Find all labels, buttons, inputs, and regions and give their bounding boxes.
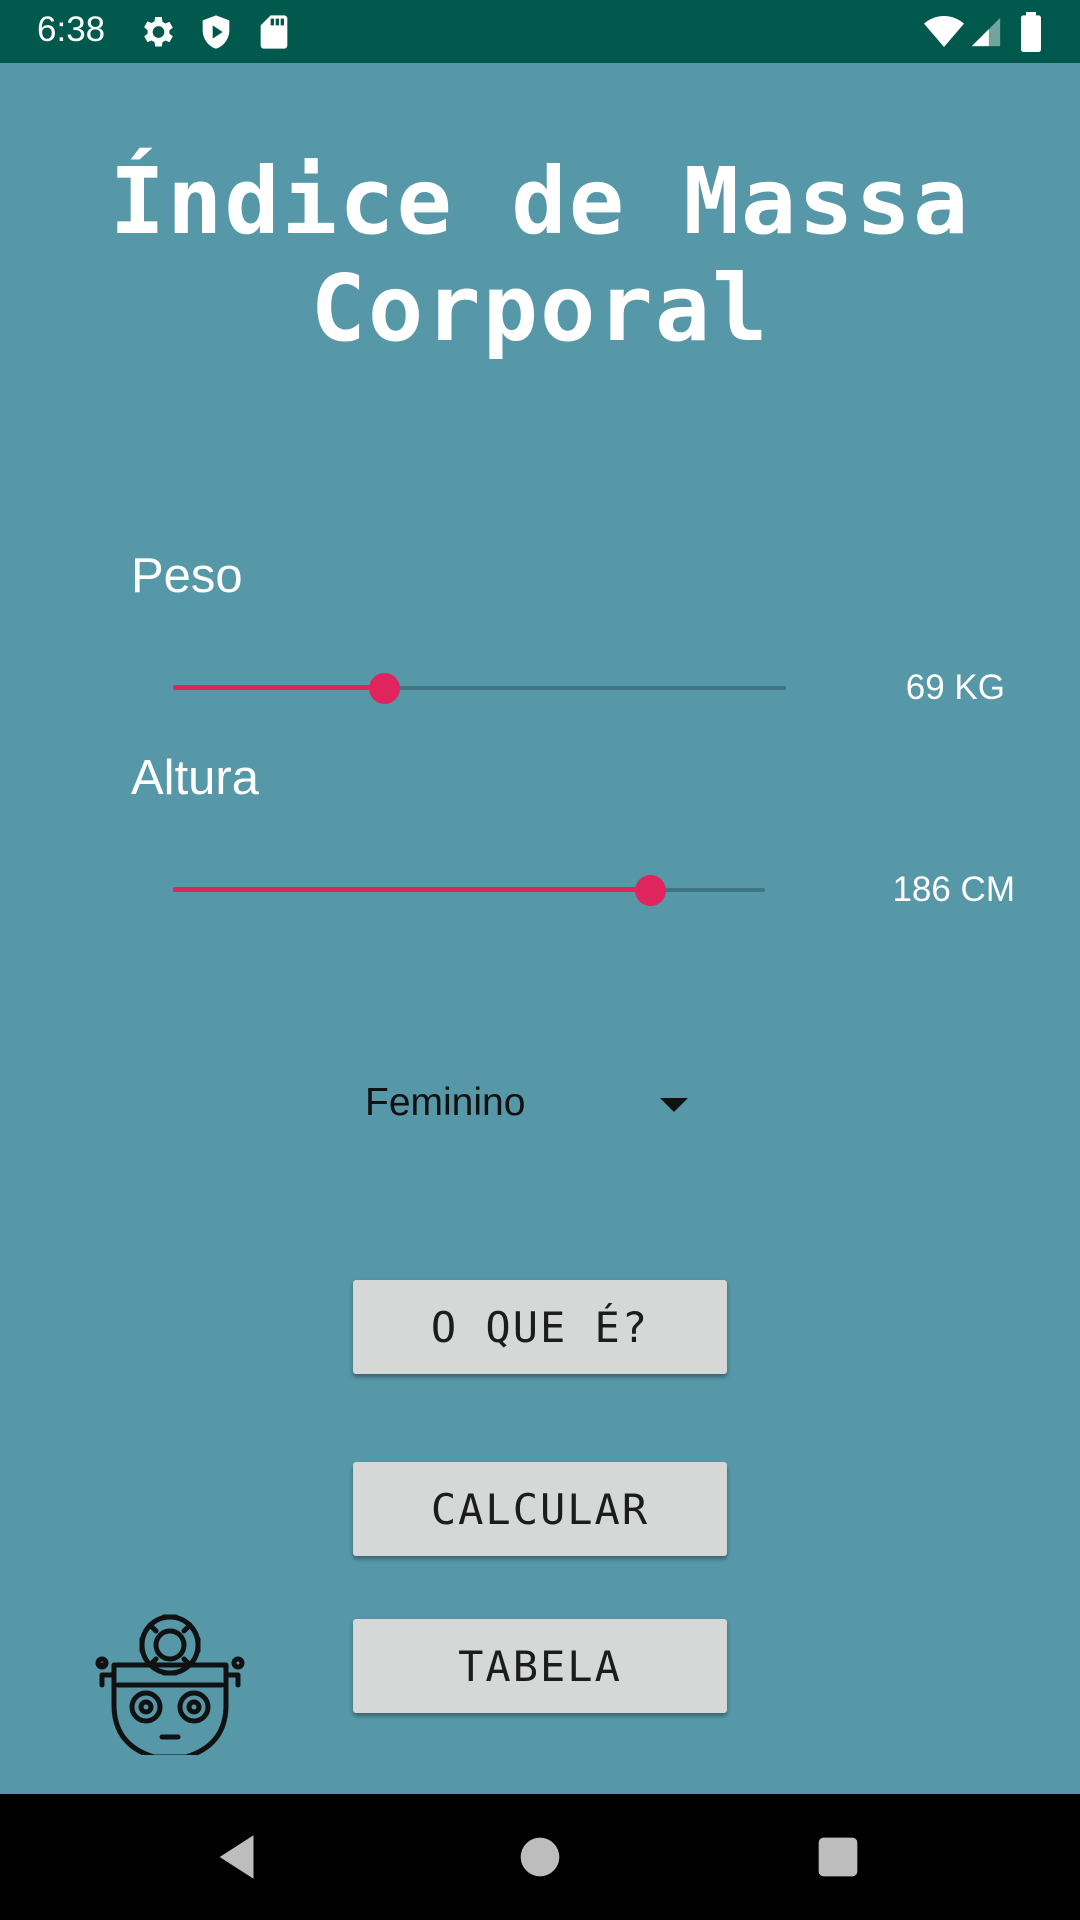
height-label: Altura	[131, 751, 260, 805]
dropdown-arrow-icon	[660, 1098, 688, 1112]
weight-value: 69 KG	[905, 668, 1005, 707]
height-slider-fill	[173, 887, 650, 892]
robot-icon	[92, 1525, 248, 1760]
gender-dropdown[interactable]: Feminino	[360, 1063, 700, 1143]
navigation-bar	[0, 1794, 1080, 1920]
settings-gear-icon	[137, 12, 177, 52]
calculate-button[interactable]: CALCULAR	[353, 1462, 727, 1556]
battery-icon	[1016, 12, 1056, 53]
height-slider[interactable]	[173, 870, 765, 910]
height-slider-thumb[interactable]	[634, 875, 666, 906]
home-icon[interactable]	[511, 1828, 569, 1886]
sd-card-icon	[254, 12, 294, 52]
page-title: Índice de Massa Corporal	[109, 148, 971, 362]
wifi-icon	[922, 12, 964, 52]
back-icon[interactable]	[210, 1828, 268, 1886]
gender-selected-value: Feminino	[365, 1081, 526, 1124]
weight-label: Peso	[131, 549, 243, 603]
shield-icon	[196, 12, 236, 52]
weight-slider[interactable]	[173, 668, 786, 708]
status-bar: 6:38	[0, 0, 1080, 63]
height-value: 186 CM	[892, 870, 1015, 909]
table-button[interactable]: TABELA	[353, 1619, 727, 1713]
recents-icon[interactable]	[809, 1828, 867, 1886]
cell-signal-icon	[969, 12, 1009, 52]
what-is-button[interactable]: O QUE É?	[353, 1280, 727, 1374]
weight-slider-fill	[173, 685, 385, 690]
weight-slider-thumb[interactable]	[369, 673, 401, 704]
status-time: 6:38	[37, 10, 106, 49]
